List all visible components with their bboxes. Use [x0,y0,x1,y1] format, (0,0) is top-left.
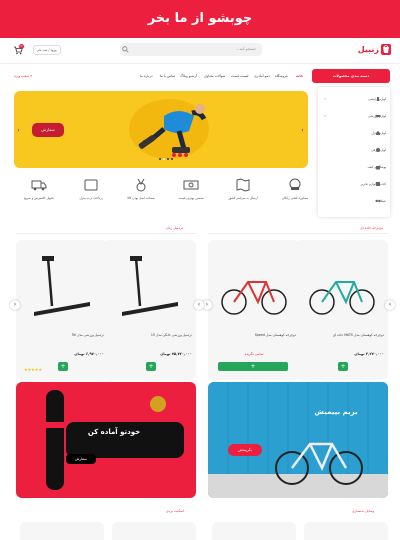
nav-shop[interactable]: فروشگاه [275,73,288,80]
promo-banner-boxing[interactable] [16,382,196,498]
section-divider [208,233,388,234]
plug-icon [375,147,381,153]
nav-blog[interactable]: آرشیو وبلاگ [180,73,197,80]
hero-order-button[interactable]: سفارش [32,123,64,137]
map-icon [235,177,251,193]
chevron-left-icon: ‹ [324,96,326,101]
hero-dot[interactable] [171,158,173,160]
top-banner-title: چوبشو از ما بخر [147,11,253,26]
hero-next-arrow[interactable]: › [300,127,305,134]
skater-illustration [129,99,209,159]
hero-dot[interactable] [159,158,161,160]
glasses-icon [375,198,381,204]
cart-count-badge: 0 [19,44,24,49]
headset-icon [287,177,303,193]
section-title-road-bikes[interactable]: دوچرخه جاده ای [360,225,383,231]
add-to-cart-button[interactable]: + [218,362,288,371]
home-icon [375,130,381,136]
book-icon [375,181,381,187]
nav-about[interactable]: درباره ما [140,73,152,80]
stores-link[interactable]: ⌖ شعب ویژه [14,73,32,80]
section-title-skate[interactable]: اسکیت بردی [166,508,184,514]
section-divider [16,233,196,234]
cash-icon [183,177,199,193]
product-card[interactable] [20,522,104,540]
nav-home[interactable]: خانه [296,73,303,80]
hero-dot[interactable] [167,158,169,160]
product-price: ۳,۲۷۰,۰۰۰ تومان [354,352,384,356]
product-card[interactable] [212,522,296,540]
categories-menu-button[interactable]: دسته بندی محصولات [312,69,390,83]
truck-icon [31,177,47,193]
promo-right-text: بریم بپیمیش [314,408,358,416]
road-bike-image [306,250,378,322]
product-name[interactable]: تردمیل ورزشی مدل Tel [20,333,104,343]
search-icon [122,46,129,53]
product-name[interactable]: دوچرخه کوهستان مدل Speed [212,333,296,343]
product-price: ۷۵,۷۲۰,۰۰۰ تومان [160,352,192,356]
header-divider [0,63,400,64]
add-to-cart-button[interactable]: + [146,362,156,371]
medal-icon [133,177,149,193]
rating-stars: ★★★★★ [24,367,42,372]
nav-demo[interactable]: دمو آمادزی [254,73,270,80]
section-title-treadmills[interactable]: تردمیل زنان [166,225,183,231]
lipstick-icon [375,96,381,102]
login-button[interactable]: ورود / ثبت نام [33,45,61,55]
treadmill-image [26,250,98,322]
carousel-prev-arrow[interactable]: › [385,300,395,310]
search-placeholder: جستجو کنید... [236,47,256,51]
carousel-prev-arrow[interactable]: › [194,300,204,310]
service-label: پرداخت درب منزل [79,196,103,200]
product-card[interactable] [112,522,196,540]
carousel-next-arrow[interactable]: ‹ [10,300,20,310]
promo-left-button[interactable]: سفارش [66,454,96,464]
nav-contact[interactable]: تماس با ما [160,73,175,80]
stock-status: تمامی نگزیده [244,352,264,356]
product-name[interactable]: دوچرخه کوهستان مدل MATS جاده ای [300,333,384,343]
service-label: تحویل اکسپرس و سریع [24,196,54,200]
promo-left-text: خودتو آماده کن [87,428,141,436]
nav-price-list[interactable]: لیست قیمت [231,73,248,80]
hero-dot[interactable] [163,158,165,160]
wallet-icon [83,177,99,193]
logo-text: زنبیل [357,45,379,54]
product-name[interactable]: تردمیل ورزشی خانگی مدل 15 [108,333,192,343]
hero-prev-arrow[interactable]: ‹ [16,127,21,134]
bag-icon [375,164,381,170]
product-card[interactable] [304,522,388,540]
add-to-cart-button[interactable]: + [338,362,348,371]
service-label: ارسال به سراسر کشور [228,196,258,200]
chevron-left-icon: ‹ [324,113,326,118]
stores-label: شعب ویژه [14,74,30,78]
promo-banner-bicycle[interactable] [208,382,388,498]
service-label: مشاوره تلفنی رایگان [281,196,309,200]
treadmill-image [114,250,186,322]
section-title-gym[interactable]: وسایل بدنسازی [352,508,374,514]
promo-right-button[interactable]: بگرپیمش [228,444,262,456]
product-price: ۶,۹۷۰,۰۰۰ تومان [74,352,104,356]
dropdown-item-label: کتاب و لوازم تحریر [360,182,386,186]
service-label: ضمانت اصل بودن کالا [127,196,155,200]
nav-faq[interactable]: سوالات متداول [204,73,225,80]
service-label: تضمین بهترین قیمت [178,196,204,200]
add-to-cart-button[interactable]: + [58,362,68,371]
road-bike-image [218,250,290,322]
dumbbell-icon [375,113,381,119]
